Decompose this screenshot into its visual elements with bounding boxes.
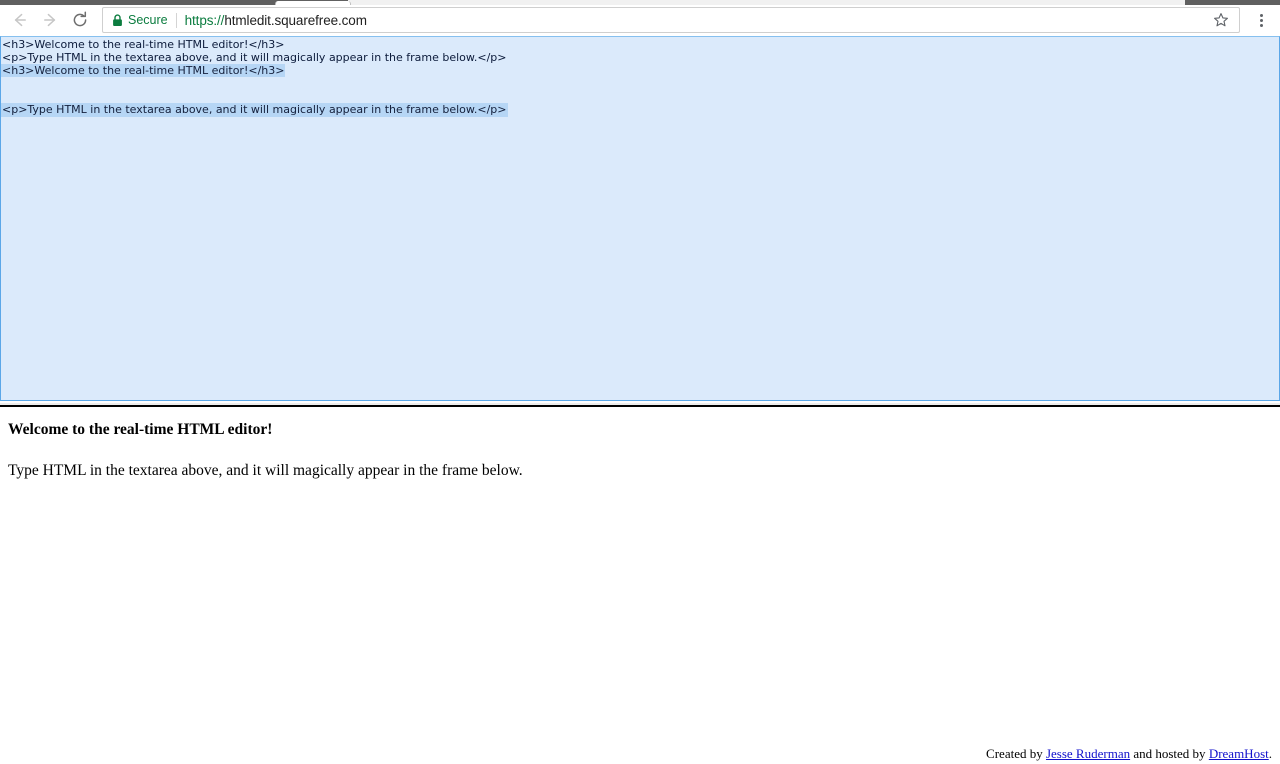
star-icon bbox=[1214, 13, 1228, 27]
author-link[interactable]: Jesse Ruderman bbox=[1046, 746, 1130, 761]
lock-icon bbox=[113, 13, 122, 26]
menu-dot-icon bbox=[1259, 23, 1263, 27]
html-source-textarea[interactable] bbox=[0, 36, 1280, 401]
browser-toolbar: Secure https://htmledit.squarefree.com bbox=[0, 5, 1280, 35]
bookmark-star-button[interactable] bbox=[1211, 10, 1231, 30]
back-button[interactable] bbox=[6, 6, 34, 34]
reload-button[interactable] bbox=[66, 6, 94, 34]
footer-credit: Created by Jesse Ruderman and hosted by … bbox=[986, 746, 1272, 762]
footer-middle: and hosted by bbox=[1130, 746, 1209, 761]
forward-button[interactable] bbox=[36, 6, 64, 34]
secure-label: Secure bbox=[128, 13, 168, 27]
arrow-right-icon bbox=[44, 13, 56, 27]
host-link[interactable]: DreamHost bbox=[1209, 746, 1269, 761]
reload-icon bbox=[73, 11, 87, 27]
security-indicator[interactable]: Secure bbox=[112, 13, 168, 27]
footer-prefix: Created by bbox=[986, 746, 1046, 761]
page-content: <h3>Welcome to the real-time HTML editor… bbox=[0, 36, 1280, 764]
preview-heading: Welcome to the real-time HTML editor! bbox=[8, 421, 273, 438]
footer-suffix: . bbox=[1268, 746, 1272, 761]
preview-paragraph: Type HTML in the textarea above, and it … bbox=[8, 462, 523, 480]
browser-menu-button[interactable] bbox=[1248, 7, 1274, 33]
url-host: htmledit.squarefree.com bbox=[224, 12, 367, 28]
arrow-left-icon bbox=[14, 13, 26, 27]
menu-dot-icon bbox=[1259, 13, 1263, 17]
url-text[interactable]: https://htmledit.squarefree.com bbox=[185, 13, 367, 28]
url-scheme: https:// bbox=[184, 12, 225, 28]
menu-dot-icon bbox=[1259, 18, 1263, 22]
preview-iframe: Welcome to the real-time HTML editor! Ty… bbox=[0, 407, 1280, 764]
browser-chrome: Secure https://htmledit.squarefree.com bbox=[0, 0, 1280, 36]
omnibox-separator bbox=[175, 12, 177, 28]
address-bar[interactable]: Secure https://htmledit.squarefree.com bbox=[102, 7, 1240, 33]
preview-body: Welcome to the real-time HTML editor! Ty… bbox=[0, 407, 1280, 480]
